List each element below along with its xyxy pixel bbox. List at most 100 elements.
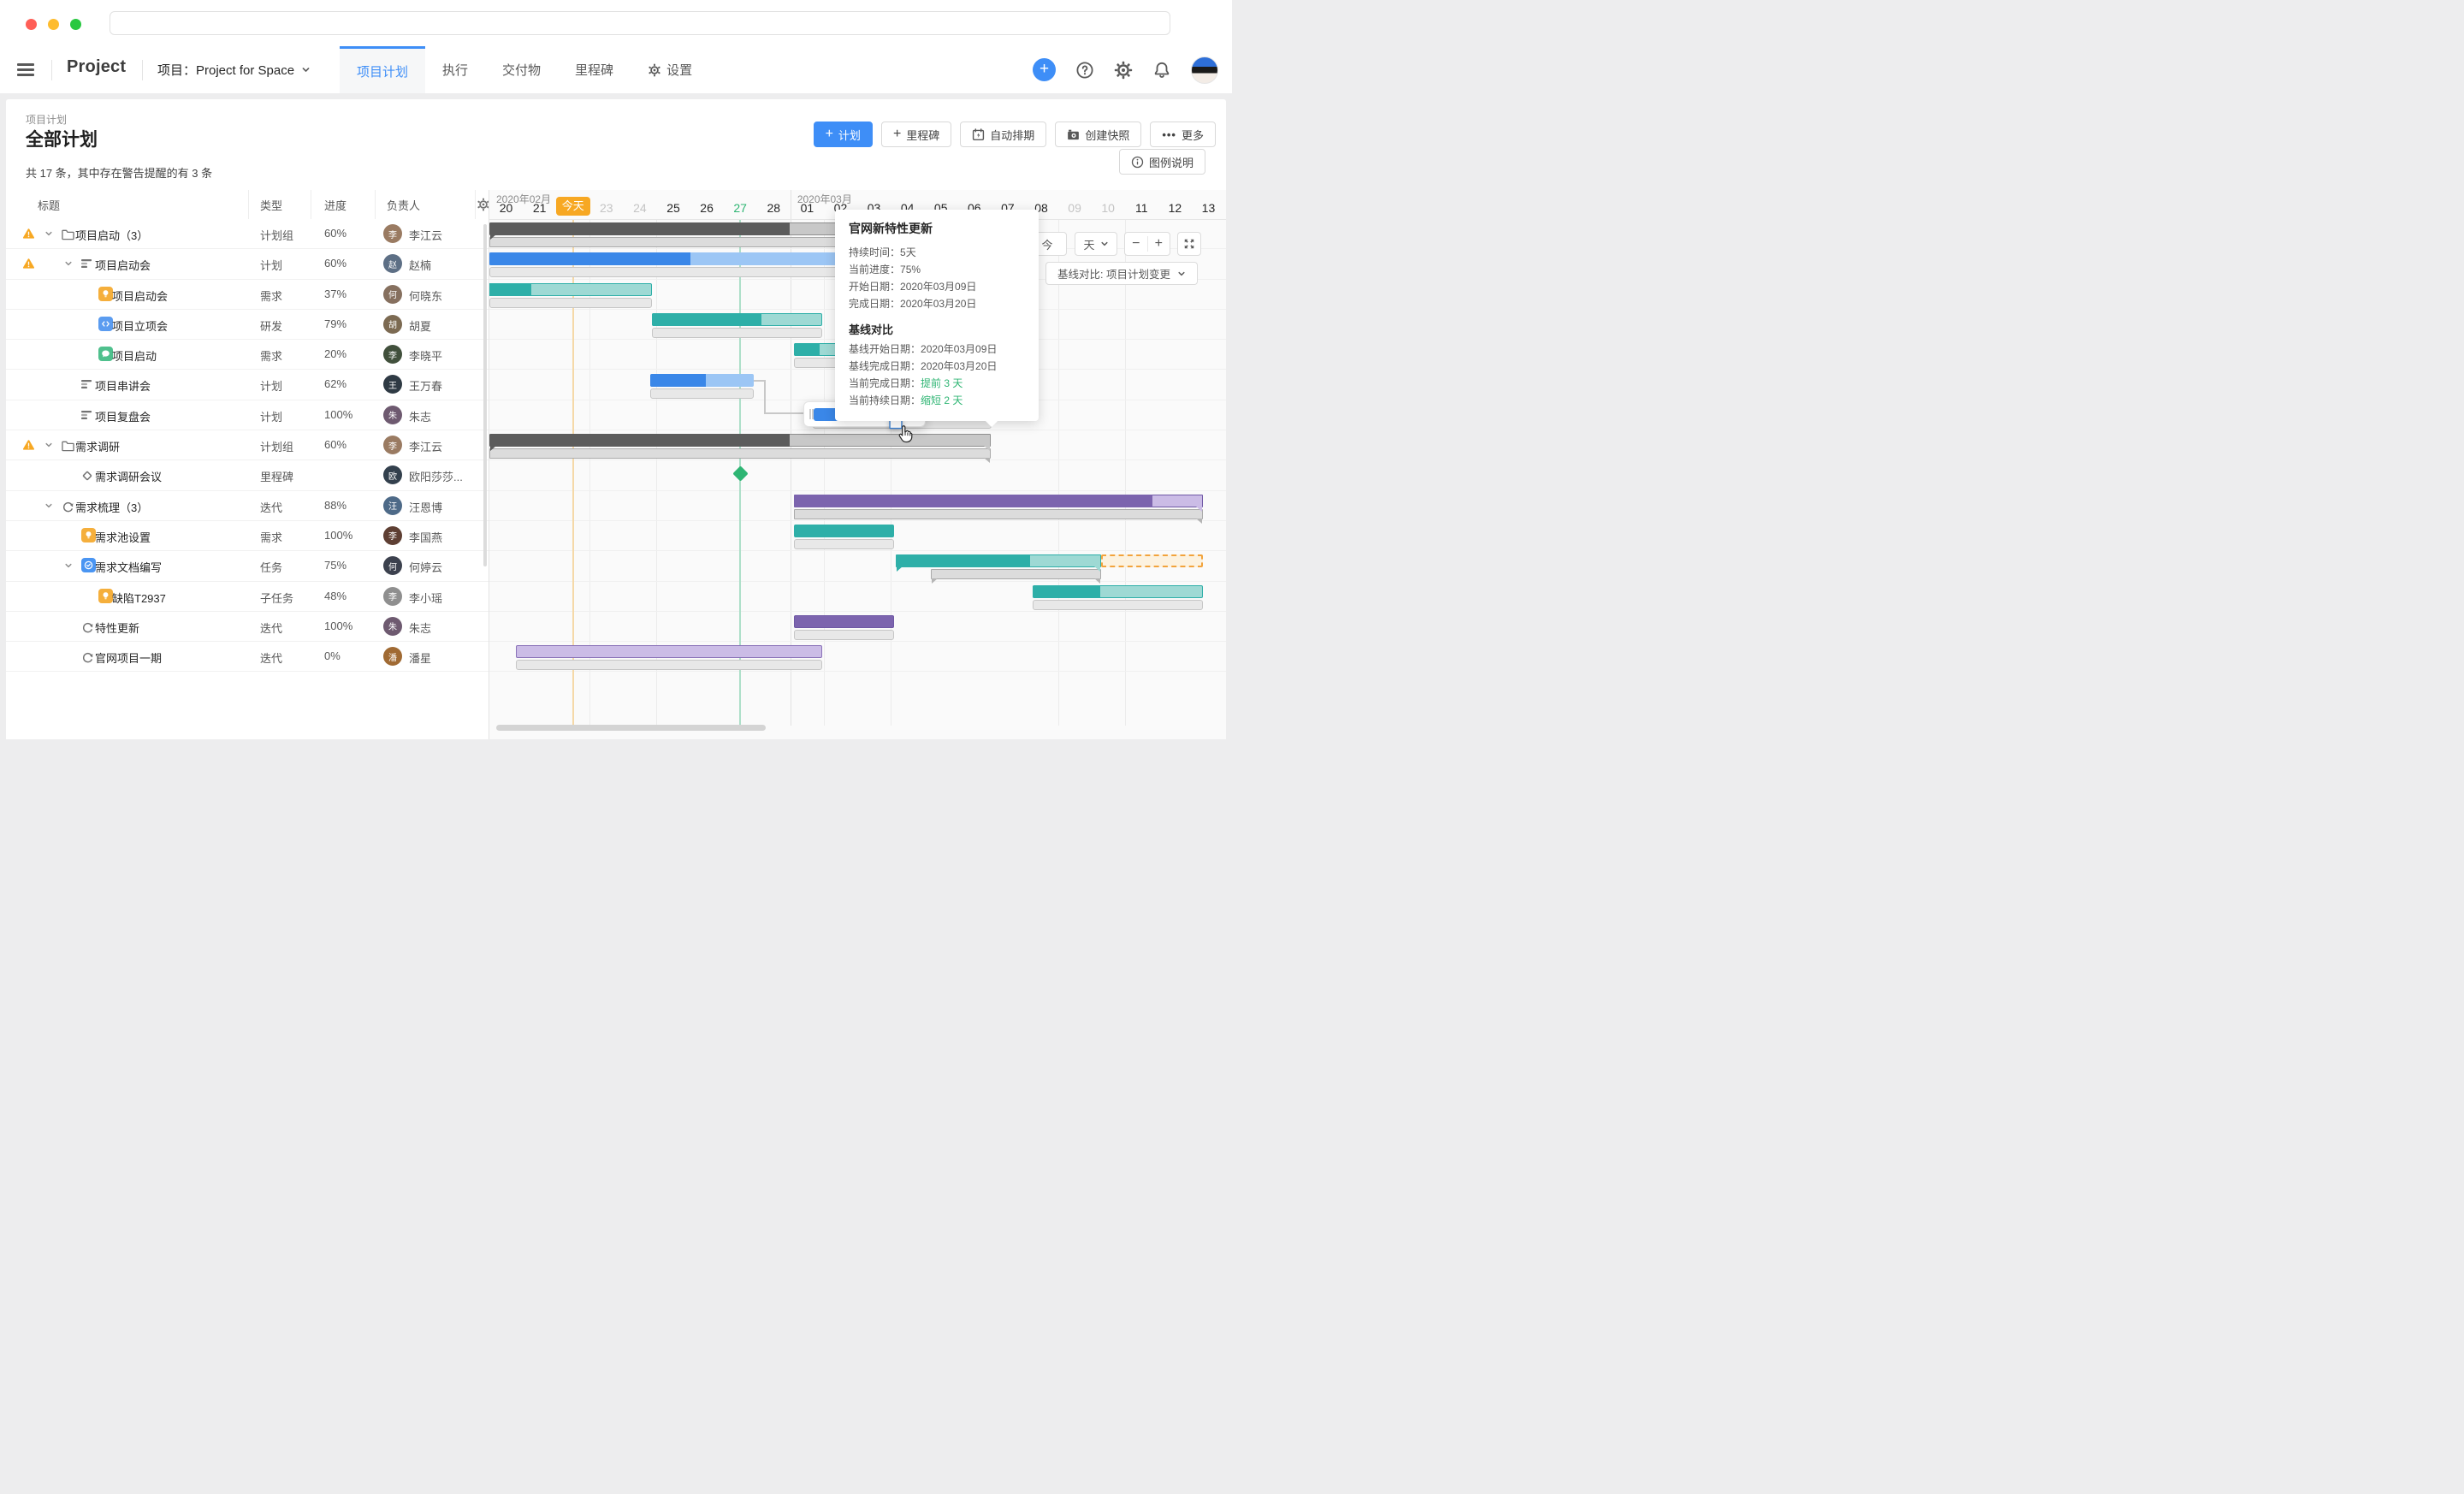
table-row[interactable]: 项目复盘会计划100%朱朱志 (6, 400, 489, 430)
task-title[interactable]: 项目启动会 (95, 257, 151, 273)
owner-avatar: 欧 (383, 465, 402, 484)
table-row[interactable]: 项目启动会需求37%何何晓东 (6, 280, 489, 310)
tooltip-row: 持续时间：5天 (849, 244, 1025, 261)
baseline-bar (489, 298, 652, 308)
gantt-bar[interactable] (794, 525, 894, 537)
table-vertical-scrollbar[interactable] (483, 224, 487, 566)
table-row[interactable]: 需求池设置需求100%李李国燕 (6, 521, 489, 551)
table-row[interactable]: 需求调研计划组60%李李江云 (6, 430, 489, 460)
project-switcher[interactable]: 项目：Project for Space (157, 61, 311, 79)
help-icon[interactable] (1075, 61, 1094, 80)
expand-chevron-icon[interactable] (64, 259, 73, 268)
task-progress: 62% (324, 377, 346, 390)
bar-notch (1196, 507, 1202, 512)
table-row[interactable]: 官网项目一期迭代0%潘潘星 (6, 642, 489, 672)
more-button[interactable]: •••更多 (1150, 122, 1216, 147)
url-bar[interactable] (110, 11, 1170, 35)
user-avatar[interactable] (1191, 56, 1218, 84)
settings-gear-icon[interactable] (1114, 61, 1133, 80)
table-row[interactable]: 项目立项会研发79%胡胡夏 (6, 310, 489, 340)
task-progress: 20% (324, 347, 346, 360)
add-plan-button[interactable]: +计划 (814, 122, 873, 147)
create-snapshot-button[interactable]: 创建快照 (1055, 122, 1141, 147)
task-title[interactable]: 需求调研会议 (95, 468, 162, 484)
legend-button[interactable]: 图例说明 (1119, 149, 1205, 175)
time-unit-select[interactable]: 天 (1075, 232, 1117, 256)
traffic-light-minimize[interactable] (48, 19, 59, 30)
expand-chevron-icon[interactable] (44, 501, 53, 510)
zoom-in-button[interactable]: + (1148, 236, 1170, 252)
task-type: 任务 (260, 559, 282, 575)
iteration-icon (81, 621, 94, 634)
expand-chevron-icon[interactable] (64, 561, 73, 570)
traffic-light-zoom[interactable] (70, 19, 81, 30)
tooltip-section-title: 基线对比 (849, 321, 1025, 337)
table-row[interactable]: 项目启动会计划60%赵赵楠 (6, 249, 489, 279)
tab-里程碑[interactable]: 里程碑 (558, 46, 631, 93)
tab-设置[interactable]: 设置 (631, 46, 709, 93)
bar-notch (1094, 578, 1100, 584)
main-panel: 项目计划 全部计划 共 17 条，其中存在警告提醒的有 3 条 +计划 +里程碑… (6, 99, 1226, 739)
code-icon (98, 317, 113, 331)
zoom-out-button[interactable]: − (1125, 236, 1148, 252)
add-milestone-button[interactable]: +里程碑 (881, 122, 951, 147)
gantt-bar[interactable] (652, 313, 822, 326)
task-title[interactable]: 需求池设置 (95, 529, 151, 545)
warning-icon (22, 228, 35, 240)
table-row[interactable]: 需求调研会议里程碑欧欧阳莎莎... (6, 460, 489, 490)
gantt-bar[interactable] (489, 434, 991, 447)
baseline-compare-select[interactable]: 基线对比: 项目计划变更 (1045, 262, 1198, 285)
table-row[interactable]: 需求文档编写任务75%何何婷云 (6, 551, 489, 581)
tab-label: 里程碑 (575, 61, 613, 79)
fullscreen-button[interactable] (1177, 232, 1201, 256)
task-title[interactable]: 项目立项会 (112, 317, 168, 334)
gantt-horizontal-scrollbar[interactable] (496, 725, 766, 731)
task-title[interactable]: 项目复盘会 (95, 408, 151, 424)
project-switcher-label: 项目：Project for Space (157, 61, 294, 79)
gantt-bar[interactable] (896, 554, 1101, 567)
task-type: 计划组 (260, 438, 293, 454)
table-row[interactable]: 特性更新迭代100%朱朱志 (6, 612, 489, 642)
hamburger-menu-icon[interactable] (17, 63, 34, 76)
task-title[interactable]: 需求调研 (75, 438, 120, 454)
create-plus-button[interactable]: + (1033, 58, 1056, 81)
table-row[interactable]: 项目串讲会计划62%王王万春 (6, 370, 489, 400)
app-logo: Project (67, 57, 126, 77)
table-row[interactable]: 缺陷T2937子任务48%李李小瑶 (6, 582, 489, 612)
task-title[interactable]: 项目启动会 (112, 288, 168, 304)
expand-chevron-icon[interactable] (44, 441, 53, 449)
task-table: 标题 类型 进度 负责人 项目启动（3）计划组60%李李江云项目启动会计划60%… (6, 190, 489, 739)
gantt-bar[interactable] (1033, 585, 1203, 598)
table-row[interactable]: 项目启动需求20%李李晓平 (6, 340, 489, 370)
traffic-light-close[interactable] (26, 19, 37, 30)
task-title[interactable]: 项目串讲会 (95, 377, 151, 394)
tab-执行[interactable]: 执行 (425, 46, 485, 93)
task-title[interactable]: 特性更新 (95, 620, 139, 636)
gantt-bar[interactable] (794, 495, 1203, 507)
gantt-bar[interactable] (516, 645, 822, 658)
milestone-diamond[interactable] (732, 466, 748, 482)
task-title[interactable]: 项目启动（3） (75, 227, 148, 243)
expand-chevron-icon[interactable] (44, 229, 53, 238)
task-owner: 王万春 (409, 377, 442, 394)
tab-label: 项目计划 (357, 62, 408, 80)
bulb-icon (98, 287, 113, 301)
task-title[interactable]: 需求梳理（3） (75, 499, 148, 515)
gantt-bar[interactable] (489, 283, 652, 296)
tab-交付物[interactable]: 交付物 (485, 46, 558, 93)
task-progress: 0% (324, 649, 341, 662)
tab-项目计划[interactable]: 项目计划 (340, 46, 425, 93)
task-title[interactable]: 缺陷T2937 (112, 590, 166, 606)
table-row[interactable]: 项目启动（3）计划组60%李李江云 (6, 219, 489, 249)
gantt-bar[interactable] (794, 615, 894, 628)
notifications-bell-icon[interactable] (1152, 61, 1171, 80)
table-row[interactable]: 需求梳理（3）迭代88%汪汪恩博 (6, 491, 489, 521)
warning-icon (22, 439, 35, 451)
gantt-bar[interactable] (650, 374, 754, 387)
gantt-row (489, 491, 1226, 521)
auto-schedule-button[interactable]: 自动排期 (960, 122, 1046, 147)
divider (142, 60, 143, 80)
task-title[interactable]: 需求文档编写 (95, 559, 162, 575)
task-title[interactable]: 项目启动 (112, 347, 157, 364)
task-title[interactable]: 官网项目一期 (95, 649, 162, 666)
